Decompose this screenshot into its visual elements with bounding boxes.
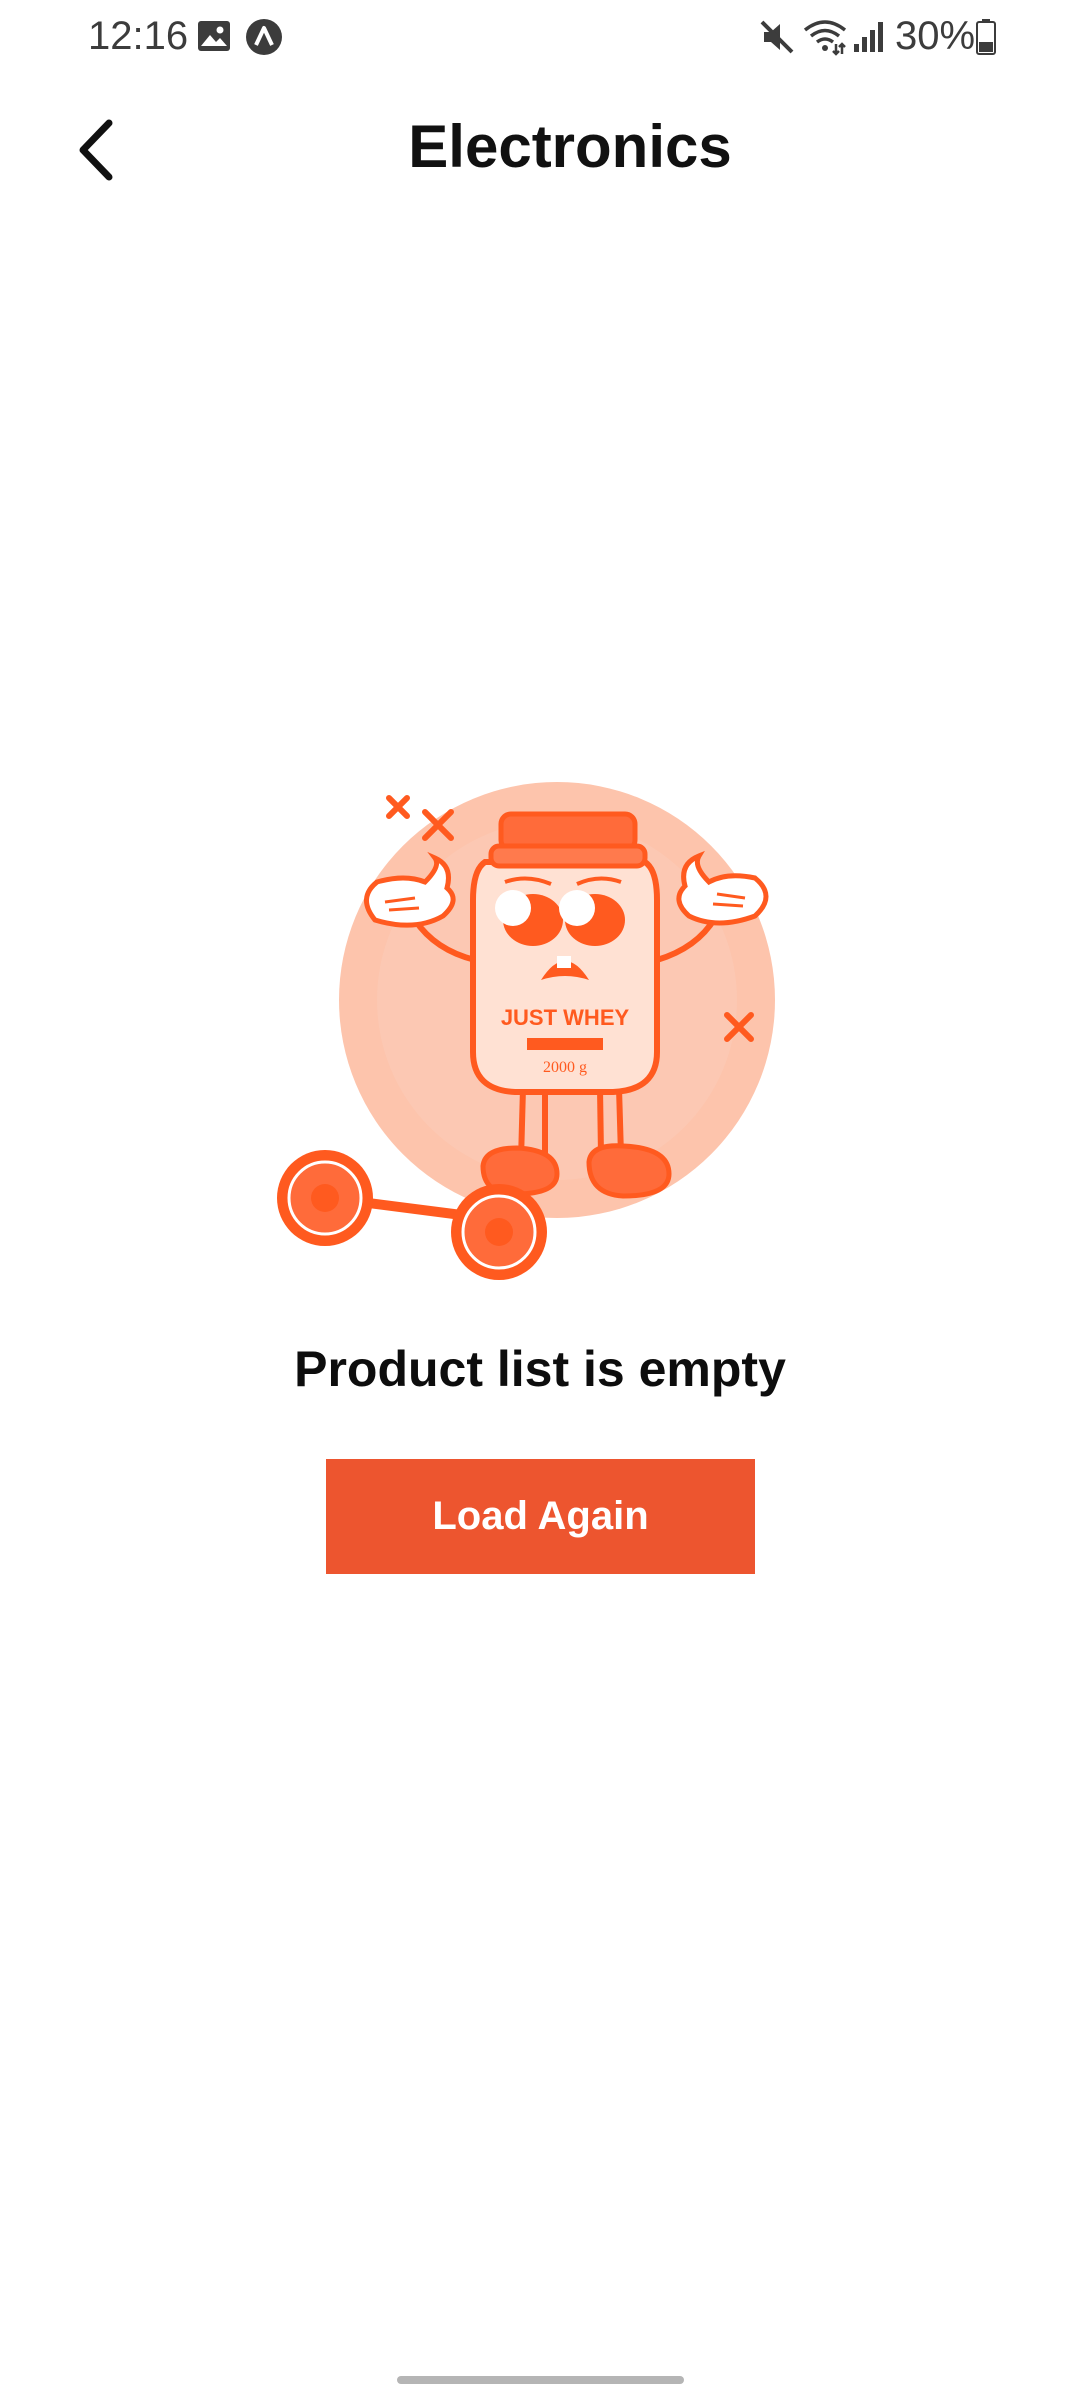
signal-icon: [852, 20, 888, 59]
empty-state-illustration: JUST WHEY 2000 g: [265, 770, 805, 1290]
screen: 12:16 30% Electronics JUST WHEY 2000 g P…: [0, 0, 1080, 2400]
page-title: Electronics: [408, 113, 732, 180]
load-again-button[interactable]: Load Again: [326, 1459, 755, 1574]
status-bar: 12:16 30%: [0, 0, 1080, 78]
battery-icon: [975, 18, 997, 61]
home-indicator[interactable]: [397, 2376, 684, 2384]
battery-percentage: 30%: [895, 14, 976, 58]
jar-label-text: JUST WHEY: [501, 1005, 630, 1030]
mute-icon: [758, 18, 796, 61]
jar-weight-text: 2000 g: [543, 1059, 587, 1076]
gallery-icon: [197, 20, 231, 57]
wifi-icon: [802, 18, 848, 61]
status-time: 12:16: [88, 14, 189, 58]
app-header: Electronics: [0, 90, 1080, 210]
empty-state-message: Product list is empty: [294, 1341, 786, 1397]
app-notification-icon: [245, 18, 283, 61]
